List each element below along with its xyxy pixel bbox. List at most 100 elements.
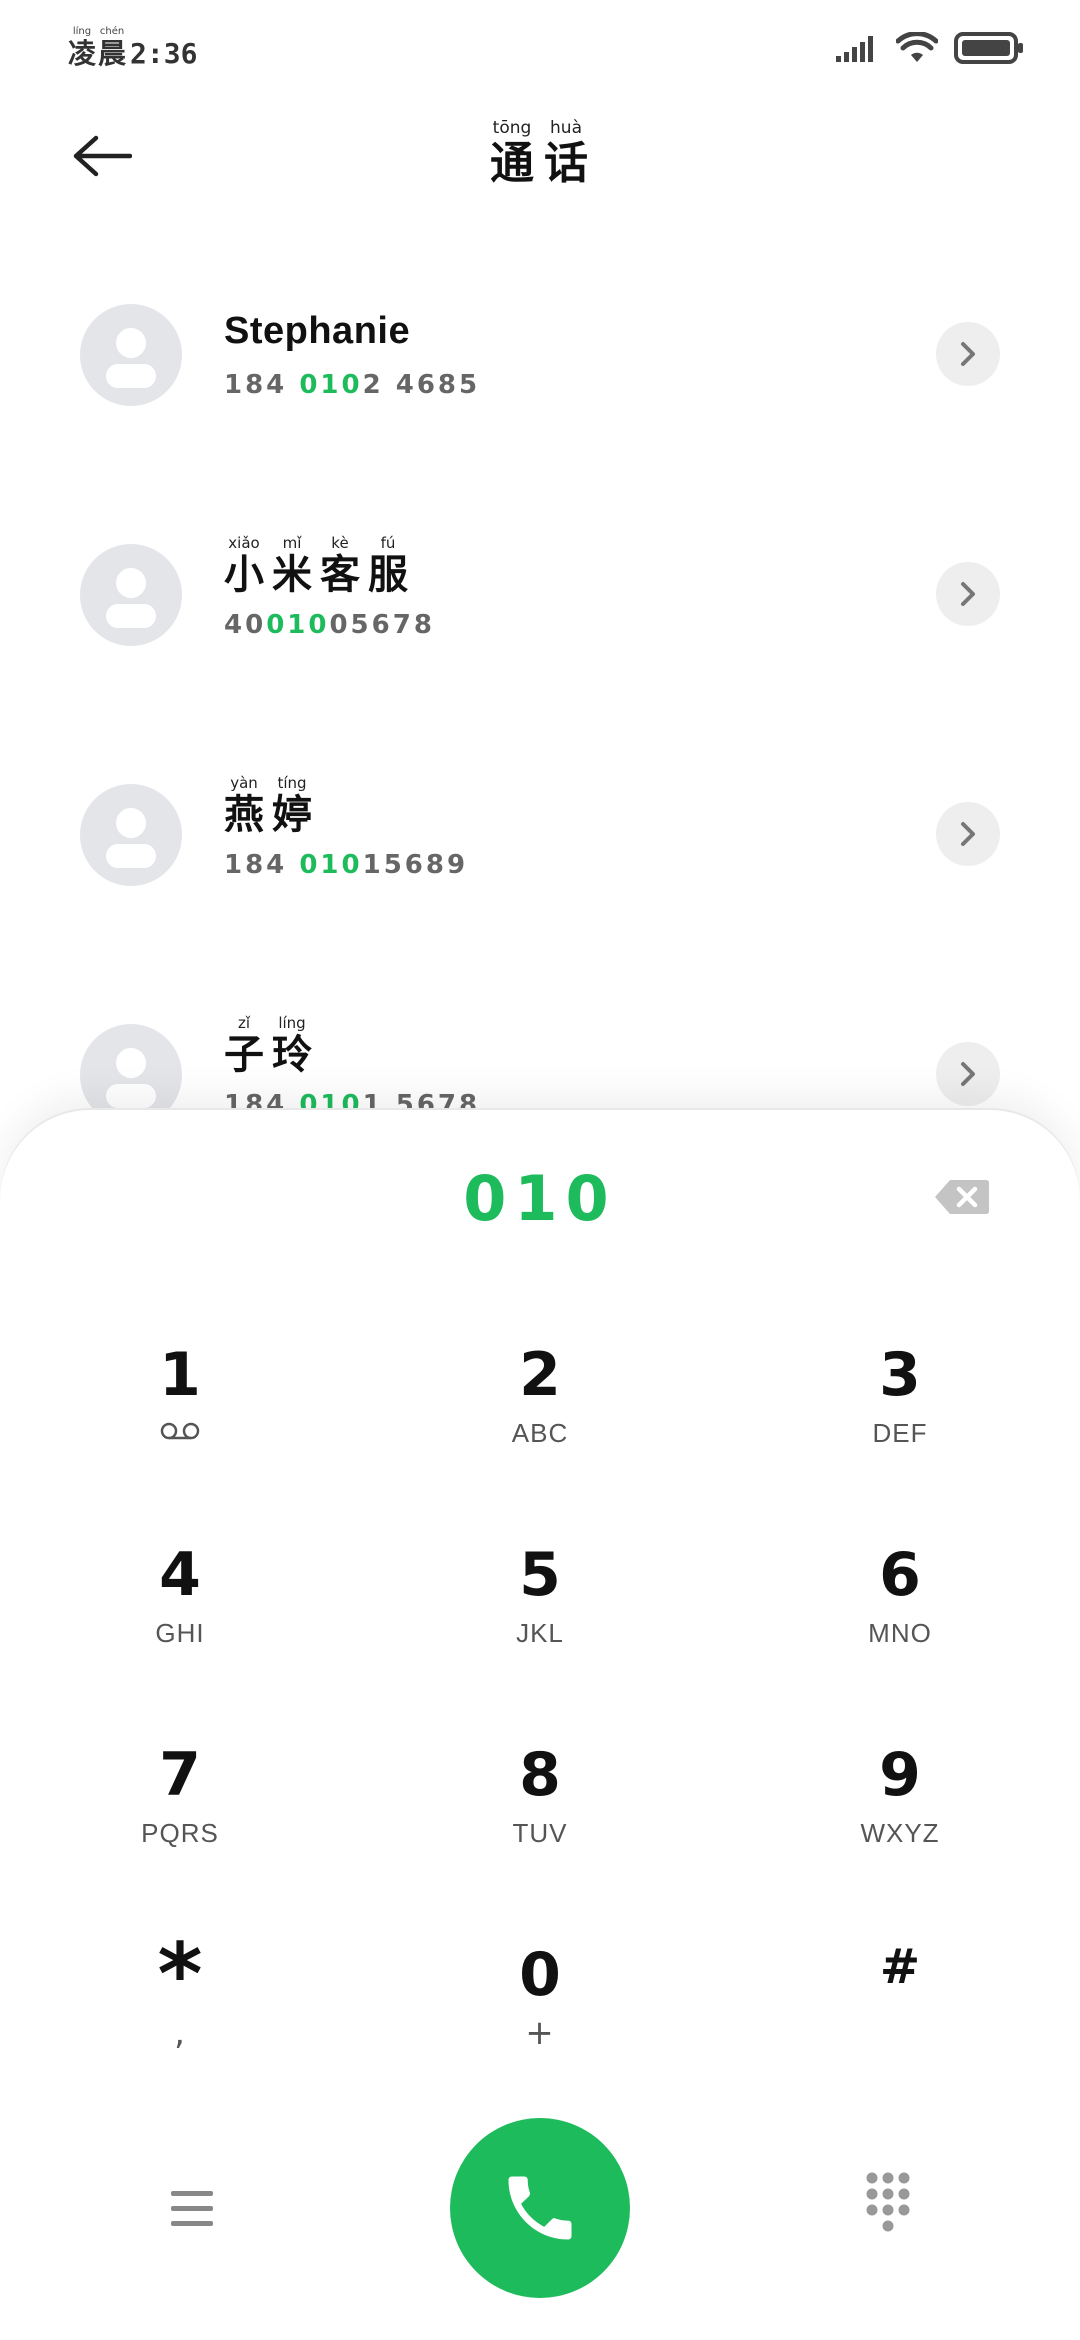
chevron-right-icon <box>961 822 975 846</box>
chevron-right-icon <box>961 1062 975 1086</box>
voicemail-icon <box>160 1422 200 1440</box>
backspace-button[interactable] <box>934 1178 990 1216</box>
number-part: 184 <box>224 850 300 880</box>
key-7[interactable]: 7 PQRS <box>60 1740 300 1900</box>
key-6[interactable]: 6 MNO <box>780 1540 1020 1700</box>
number-match: 010 <box>299 850 363 880</box>
hanzi: 晨 <box>98 37 127 70</box>
hanzi: 服 <box>368 552 408 598</box>
key-letters: TUV <box>512 1818 568 1848</box>
avatar <box>80 304 182 406</box>
hanzi: 玲 <box>272 1032 312 1078</box>
hanzi: 凌 <box>68 37 97 70</box>
number-part: 15689 <box>362 850 469 880</box>
pinyin: fú <box>380 534 396 552</box>
key-1[interactable]: 1 <box>60 1340 300 1500</box>
pinyin: yàn <box>230 774 258 792</box>
contact-number: 4001005678 <box>224 610 435 640</box>
key-letters: WXYZ <box>860 1818 940 1848</box>
key-star[interactable]: * , <box>60 1932 300 2100</box>
avatar <box>80 544 182 646</box>
name-char: tíng 婷 <box>272 774 312 838</box>
status-icons <box>836 32 1024 64</box>
hanzi: 燕 <box>224 792 264 838</box>
contact-details-button[interactable] <box>936 802 1000 866</box>
key-digit: 0 <box>519 1940 561 2010</box>
avatar <box>80 784 182 886</box>
battery-icon <box>954 32 1023 64</box>
pinyin: tōng <box>492 118 532 138</box>
chevron-right-icon <box>961 342 975 366</box>
contact-details-button[interactable] <box>936 1042 1000 1106</box>
name-char: mǐ 米 <box>272 534 312 598</box>
key-digit: # <box>879 1939 921 1995</box>
hanzi: 米 <box>272 552 312 598</box>
key-0[interactable]: 0 + <box>420 1940 660 2100</box>
contact-name: xiǎo 小 mǐ 米 kè 客 fú 服 <box>224 534 416 598</box>
dial-panel: 010 1 2 ABC 3 DEF 4 GHI 5 JKL 6 MNO 7 PQ… <box>0 1110 1080 2340</box>
contact-name: zǐ 子 líng 玲 <box>224 1014 320 1078</box>
hanzi: 话 <box>544 138 588 189</box>
title-char: huà 话 <box>540 118 592 190</box>
pinyin: zǐ <box>237 1014 251 1032</box>
pinyin: xiǎo <box>228 534 260 552</box>
pinyin: tíng <box>277 774 307 792</box>
contact-row[interactable]: xiǎo 小 mǐ 米 kè 客 fú 服 4001005678 <box>0 508 1080 688</box>
typed-number[interactable]: 010 <box>0 1162 1080 1235</box>
key-letters: GHI <box>155 1618 205 1648</box>
number-part: 2 4685 <box>362 370 481 400</box>
contact-name: Stephanie <box>224 310 411 352</box>
key-digit: 9 <box>879 1740 921 1810</box>
contact-number: 184 01015689 <box>224 850 468 880</box>
key-2[interactable]: 2 ABC <box>420 1340 660 1500</box>
call-button[interactable] <box>450 2118 630 2298</box>
key-letters: ABC <box>511 1418 569 1448</box>
key-letters: , <box>174 2013 186 2053</box>
number-part: 184 <box>224 370 300 400</box>
key-letters: JKL <box>516 1618 564 1648</box>
hanzi: 小 <box>224 552 264 598</box>
dialpad-icon <box>866 2172 910 2232</box>
backspace-icon <box>935 1180 989 1214</box>
key-letters: DEF <box>872 1418 928 1448</box>
name-char: kè 客 <box>320 534 360 598</box>
chevron-right-icon <box>961 582 975 606</box>
contact-number: 184 0102 4685 <box>224 370 480 400</box>
status-bar: líng 凌 chén 晨 2:36 <box>0 0 1080 100</box>
menu-button[interactable] <box>160 2176 224 2240</box>
number-match: 010 <box>299 370 363 400</box>
key-9[interactable]: 9 WXYZ <box>780 1740 1020 1900</box>
menu-icon <box>171 2190 213 2196</box>
key-8[interactable]: 8 TUV <box>420 1740 660 1900</box>
key-digit: 2 <box>519 1340 561 1410</box>
key-digit: 8 <box>519 1740 561 1810</box>
key-hash[interactable]: # <box>780 1940 1020 2100</box>
hanzi: 婷 <box>272 792 312 838</box>
contact-name: yàn 燕 tíng 婷 <box>224 774 320 838</box>
name-char: yàn 燕 <box>224 774 264 838</box>
name-char: fú 服 <box>368 534 408 598</box>
contact-details-button[interactable] <box>936 322 1000 386</box>
key-3[interactable]: 3 DEF <box>780 1340 1020 1500</box>
phone-icon <box>508 2176 572 2240</box>
key-4[interactable]: 4 GHI <box>60 1540 300 1700</box>
contact-row[interactable]: Stephanie 184 0102 4685 <box>0 268 1080 448</box>
contact-details-button[interactable] <box>936 562 1000 626</box>
contact-row[interactable]: yàn 燕 tíng 婷 184 01015689 <box>0 748 1080 928</box>
key-digit: 4 <box>159 1540 201 1610</box>
hanzi: 客 <box>320 552 360 598</box>
name-char: zǐ 子 <box>224 1014 264 1078</box>
wifi-icon <box>896 32 938 62</box>
pinyin: huà <box>550 118 582 138</box>
key-digit: 3 <box>879 1340 921 1410</box>
signal-icon <box>836 36 873 62</box>
key-digit: 5 <box>519 1540 561 1610</box>
name-char: xiǎo 小 <box>224 534 264 598</box>
key-5[interactable]: 5 JKL <box>420 1540 660 1700</box>
status-time: líng 凌 chén 晨 2:36 <box>68 26 197 70</box>
hanzi: 通 <box>490 138 534 189</box>
dialpad-toggle-button[interactable] <box>856 2164 920 2248</box>
key-digit: 7 <box>159 1740 201 1810</box>
title-char: tōng 通 <box>486 118 538 190</box>
time-char: líng 凌 <box>68 26 96 70</box>
